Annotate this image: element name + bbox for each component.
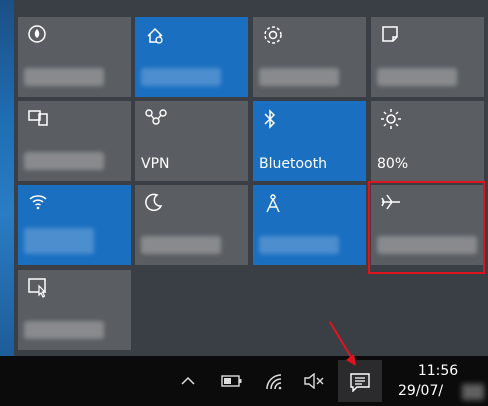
tile-label-redacted [259,68,339,86]
sun-icon [380,108,402,130]
clock-time: 11:56 [417,363,459,379]
tablet-mode-icon [27,24,49,46]
action-center-icon [349,372,371,396]
tile-brightness[interactable]: 80% [371,101,484,181]
tile-connect[interactable] [18,270,131,350]
tile-project[interactable] [18,101,131,181]
tile-quiet-hours[interactable] [135,185,248,265]
location-icon [144,24,166,46]
chevron-up-icon[interactable] [180,373,196,391]
moon-icon [144,192,166,214]
wifi-icon[interactable] [265,373,285,391]
tile-label-redacted [24,228,94,254]
connect-icon [27,277,49,299]
tile-label-redacted [24,68,104,86]
volume-muted-icon[interactable] [303,372,325,391]
tile-label-redacted [141,68,221,86]
date-redacted [462,384,484,400]
tile-note[interactable] [371,17,484,97]
tile-mobile-hotspot[interactable] [253,185,366,265]
tile-label-bluetooth: Bluetooth [259,156,327,172]
gear-icon [262,24,284,46]
tile-label-redacted [24,152,104,170]
bluetooth-icon [262,108,284,130]
tile-tablet-mode[interactable] [18,17,131,97]
project-icon [27,108,49,130]
tile-all-settings[interactable] [253,17,366,97]
tile-label-redacted [141,236,221,254]
battery-icon[interactable] [221,373,243,391]
tile-bluetooth[interactable]: Bluetooth [253,101,366,181]
tile-wifi[interactable] [18,185,131,265]
hotspot-icon [262,192,284,214]
tile-location[interactable] [135,17,248,97]
taskbar: 11:56 29/07/ [0,356,488,406]
tile-label-redacted [24,321,104,339]
tile-label-redacted [259,236,339,254]
tile-label-brightness: 80% [377,156,409,172]
vpn-icon [144,108,167,130]
action-center-button[interactable] [338,360,382,402]
tile-label-redacted [377,68,457,86]
airplane-mode-highlight-box [368,181,485,274]
tile-label-vpn: VPN [141,156,170,172]
tile-vpn[interactable]: VPN [135,101,248,181]
note-icon [380,24,402,46]
wifi-icon [27,192,49,214]
